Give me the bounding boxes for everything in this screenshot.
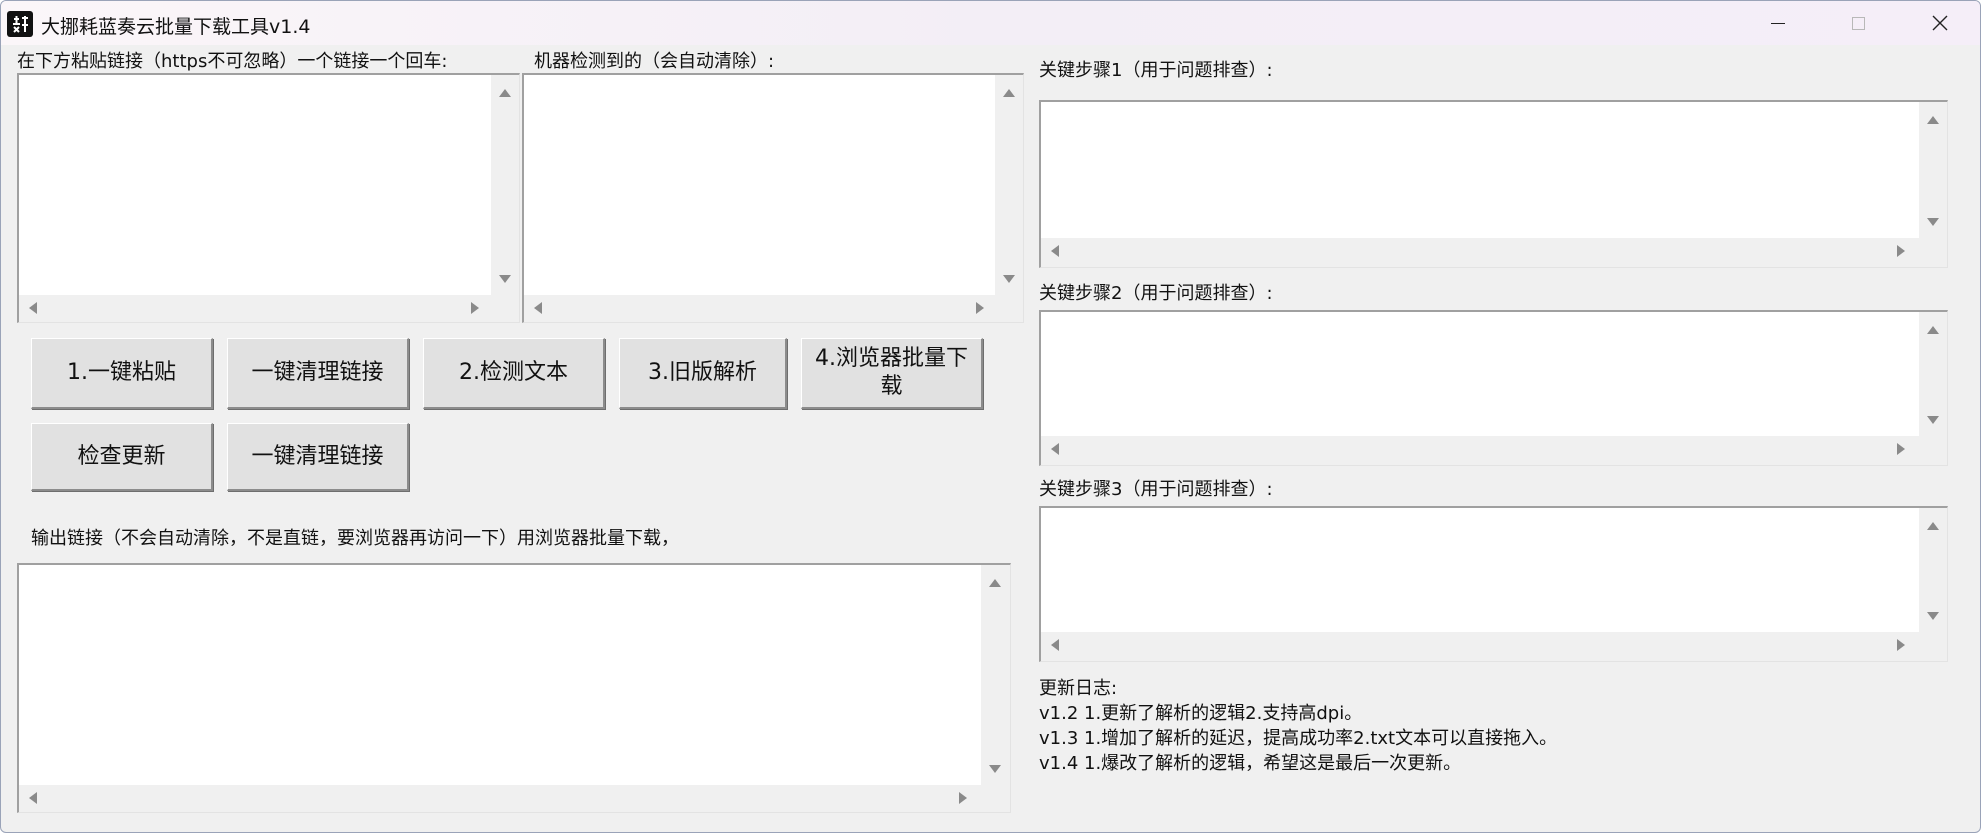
check-update-button[interactable]: 检查更新 [31,423,213,491]
browser-batch-download-button[interactable]: 4.浏览器批量下 载 [801,338,983,409]
horizontal-scrollbar[interactable] [1041,632,1919,658]
scroll-up-icon[interactable] [1003,89,1015,97]
maximize-button[interactable] [1818,1,1898,45]
paste-button[interactable]: 1.一键粘贴 [31,338,213,409]
vertical-scrollbar[interactable] [995,75,1023,295]
vertical-scrollbar[interactable] [1919,312,1947,436]
scroll-up-icon[interactable] [1927,116,1939,124]
output-links-textarea[interactable] [17,563,1011,813]
changelog: 更新日志: v1.2 1.更新了解析的逻辑2.支持高dpi。 v1.3 1.增加… [1039,676,1557,776]
legacy-parse-button[interactable]: 3.旧版解析 [619,338,787,409]
changelog-header: 更新日志: [1039,678,1118,699]
app-logo-icon [7,11,33,37]
detected-links-textarea[interactable] [522,73,1024,323]
horizontal-scrollbar[interactable] [1041,238,1919,264]
close-icon [1932,15,1948,31]
scroll-down-icon[interactable] [1003,275,1015,283]
scroll-right-icon[interactable] [1897,245,1905,257]
title-bar: 大挪耗蓝奏云批量下载工具v1.4 [1,1,1980,45]
scroll-right-icon[interactable] [976,302,984,314]
scroll-right-icon[interactable] [959,792,967,804]
scroll-up-icon[interactable] [1927,326,1939,334]
horizontal-scrollbar[interactable] [524,295,995,321]
close-button[interactable] [1900,1,1980,45]
output-label: 输出链接（不会自动清除，不是直链，要浏览器再访问一下）用浏览器批量下载， [31,528,679,549]
paste-label: 在下方粘贴链接（https不可忽略）一个链接一个回车: [17,51,448,72]
scroll-right-icon[interactable] [471,302,479,314]
scroll-down-icon[interactable] [989,765,1001,773]
clear-links-button-2[interactable]: 一键清理链接 [227,423,409,491]
scroll-up-icon[interactable] [499,89,511,97]
step1-textarea[interactable] [1039,100,1948,268]
browser-batch-download-label-line1: 4.浏览器批量下 [815,346,968,371]
scroll-right-icon[interactable] [1897,443,1905,455]
scroll-down-icon[interactable] [499,275,511,283]
scroll-down-icon[interactable] [1927,416,1939,424]
step2-textarea[interactable] [1039,310,1948,466]
step3-textarea[interactable] [1039,506,1948,662]
step2-label: 关键步骤2（用于问题排查）: [1039,283,1273,304]
horizontal-scrollbar[interactable] [19,295,491,321]
changelog-line: v1.4 1.爆改了解析的逻辑，希望这是最后一次更新。 [1039,753,1462,774]
scroll-right-icon[interactable] [1897,639,1905,651]
clear-links-button[interactable]: 一键清理链接 [227,338,409,409]
scroll-left-icon[interactable] [534,302,542,314]
vertical-scrollbar[interactable] [981,565,1009,785]
step3-label: 关键步骤3（用于问题排查）: [1039,479,1273,500]
maximize-icon [1851,16,1865,30]
scroll-left-icon[interactable] [29,792,37,804]
scroll-left-icon[interactable] [1051,639,1059,651]
vertical-scrollbar[interactable] [1919,508,1947,632]
changelog-line: v1.2 1.更新了解析的逻辑2.支持高dpi。 [1039,703,1363,724]
vertical-scrollbar[interactable] [1919,102,1947,238]
minimize-button[interactable] [1738,1,1818,45]
paste-links-textarea[interactable] [17,73,520,323]
scroll-left-icon[interactable] [1051,443,1059,455]
scroll-up-icon[interactable] [1927,522,1939,530]
vertical-scrollbar[interactable] [491,75,519,295]
scroll-up-icon[interactable] [989,579,1001,587]
window-title: 大挪耗蓝奏云批量下载工具v1.4 [41,16,311,38]
horizontal-scrollbar[interactable] [19,785,981,811]
scroll-down-icon[interactable] [1927,218,1939,226]
scroll-left-icon[interactable] [29,302,37,314]
changelog-line: v1.3 1.增加了解析的延迟，提高成功率2.txt文本可以直接拖入。 [1039,728,1558,749]
minimize-icon [1771,22,1785,24]
step1-label: 关键步骤1（用于问题排查）: [1039,60,1273,81]
scroll-left-icon[interactable] [1051,245,1059,257]
app-window: 大挪耗蓝奏云批量下载工具v1.4 在下方粘贴链接（https不可忽略）一个链接一… [0,0,1981,833]
detect-text-button[interactable]: 2.检测文本 [423,338,605,409]
scroll-down-icon[interactable] [1927,612,1939,620]
browser-batch-download-label-line2: 载 [880,374,903,399]
horizontal-scrollbar[interactable] [1041,436,1919,462]
detected-label: 机器检测到的（会自动清除）: [534,51,775,72]
